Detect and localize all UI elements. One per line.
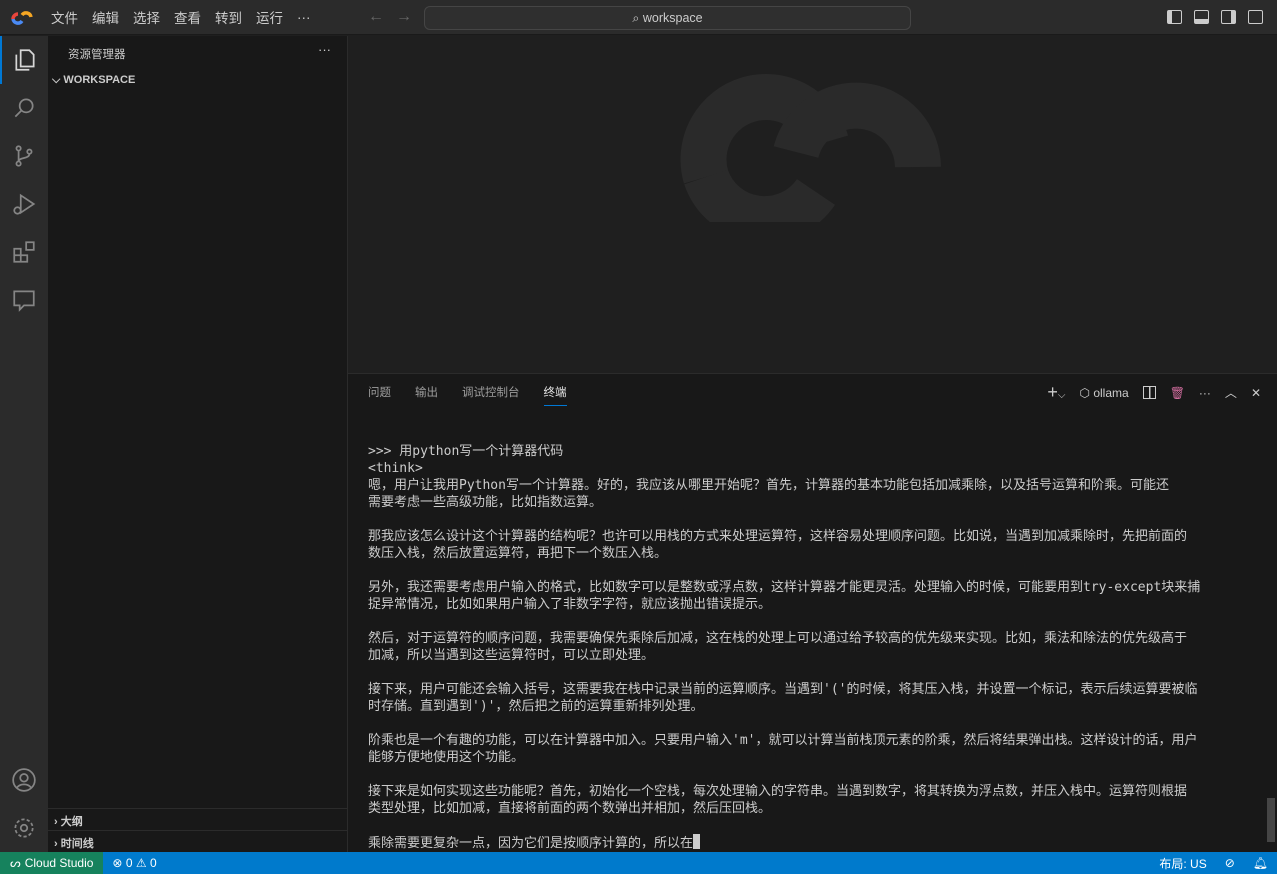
chevron-right-icon: ›: [54, 816, 61, 828]
terminal-line: 需要考虑一些高级功能，比如指数运算。: [368, 494, 1200, 511]
title-bar: 文件 编辑 选择 查看 转到 运行 ··· ←→ ⌕ workspace: [0, 0, 1277, 35]
terminal-line: 时存储。直到遇到')'，然后把之前的运算重新排列处理。: [368, 698, 1200, 715]
tab-debug-console[interactable]: 调试控制台: [462, 384, 520, 406]
menu-selection[interactable]: 选择: [126, 7, 167, 27]
terminal-line: 然后，对于运算符的顺序问题，我需要确保先乘除后加减，这在栈的处理上可以通过给予较…: [368, 630, 1200, 647]
explorer-sidebar: 资源管理器 ··· ⌵ WORKSPACE › 大纲 › 时间线: [48, 36, 348, 852]
terminal-line: 嗯，用户让我用Python写一个计算器。好的，我应该从哪里开始呢？首先，计算器的…: [368, 477, 1200, 494]
nav-arrows[interactable]: ←→: [368, 8, 424, 26]
chevron-right-icon: ›: [54, 838, 61, 850]
chevron-down-icon: ⌵: [52, 74, 63, 86]
timeline-section[interactable]: › 时间线: [48, 830, 347, 852]
cloud-studio-logo: [10, 7, 34, 27]
menu-more[interactable]: ···: [290, 10, 318, 25]
editor-area: [348, 36, 1277, 373]
terminal-line: [368, 511, 1200, 528]
outline-section[interactable]: › 大纲: [48, 808, 347, 830]
terminal-line: 数压入栈，然后放置运算符，再把下一个数压入栈。: [368, 545, 1200, 562]
terminal-cursor: [693, 834, 700, 849]
terminal-line: [368, 613, 1200, 630]
terminal-line: 加减，所以当遇到这些运算符时，可以立即处理。: [368, 647, 1200, 664]
search-icon[interactable]: [0, 84, 48, 132]
activity-bar: [0, 36, 48, 852]
tab-output[interactable]: 输出: [415, 384, 438, 406]
toggle-panel-icon[interactable]: [1194, 10, 1209, 24]
new-terminal-icon[interactable]: +⌵: [1047, 382, 1065, 403]
status-bar: ᔕCloud Studio ⊗ 0 ⚠ 0 布局: US ⊘ 🔔︎: [0, 852, 1277, 874]
menu-edit[interactable]: 编辑: [85, 7, 126, 27]
error-icon: ⊗: [112, 856, 125, 870]
terminal-output[interactable]: >>> 用python写一个计算器代码<think>嗯，用户让我用Python写…: [368, 443, 1200, 852]
terminal-line: 阶乘也是一个有趣的功能，可以在计算器中加入。只要用户输入'm'，就可以计算当前栈…: [368, 732, 1200, 749]
extensions-icon[interactable]: [0, 228, 48, 276]
account-icon[interactable]: [0, 756, 48, 804]
keyboard-layout[interactable]: 布局: US: [1150, 855, 1215, 872]
menu-go[interactable]: 转到: [208, 7, 249, 27]
notifications-bell-icon[interactable]: 🔔︎: [1244, 856, 1277, 870]
toggle-sidebar-icon[interactable]: [1167, 10, 1182, 24]
cube-icon: ⬡: [1080, 386, 1094, 400]
menu-file[interactable]: 文件: [44, 7, 85, 27]
source-control-icon[interactable]: [0, 132, 48, 180]
bottom-panel: 问题 输出 调试控制台 终端 +⌵ ⬡ ollama 🗑 ··· ︿ ✕ >>>…: [348, 373, 1277, 852]
customize-layout-icon[interactable]: [1248, 10, 1263, 24]
terminal-profile[interactable]: ⬡ ollama: [1080, 386, 1129, 400]
more-actions-icon[interactable]: ···: [1199, 386, 1211, 400]
split-terminal-icon[interactable]: [1143, 386, 1156, 399]
explorer-icon[interactable]: [0, 36, 48, 84]
terminal-line: [368, 715, 1200, 732]
watermark-logo: [666, 72, 958, 222]
run-debug-icon[interactable]: [0, 180, 48, 228]
close-panel-icon[interactable]: ✕: [1251, 386, 1261, 400]
menu-view[interactable]: 查看: [167, 7, 208, 27]
tab-terminal[interactable]: 终端: [544, 384, 567, 406]
more-actions-icon[interactable]: ···: [318, 42, 331, 57]
terminal-line: 接下来，用户可能还会输入括号，这需要我在栈中记录当前的运算顺序。当遇到'('的时…: [368, 681, 1200, 698]
settings-gear-icon[interactable]: [0, 804, 48, 852]
terminal-line: <think>: [368, 460, 1200, 477]
sidebar-title: 资源管理器: [68, 46, 126, 62]
terminal-line: >>> 用python写一个计算器代码: [368, 443, 1200, 460]
terminal-line: 那我应该怎么设计这个计算器的结构呢？也许可以用栈的方式来处理运算符，这样容易处理…: [368, 528, 1200, 545]
tab-problems[interactable]: 问题: [368, 384, 391, 406]
trash-icon[interactable]: 🗑: [1170, 386, 1185, 400]
terminal-line: 另外，我还需要考虑用户输入的格式，比如数字可以是整数或浮点数，这样计算器才能更灵…: [368, 579, 1200, 596]
terminal-line: 能够方便地使用这个功能。: [368, 749, 1200, 766]
terminal-scrollbar[interactable]: [1267, 798, 1275, 842]
warning-icon: ⚠: [136, 856, 150, 870]
remote-chat-icon[interactable]: [0, 276, 48, 324]
terminal-line: 乘除需要更复杂一点，因为它们是按顺序计算的，所以在: [368, 834, 1200, 852]
search-icon: ⌕: [632, 11, 642, 25]
toggle-secondary-sidebar-icon[interactable]: [1221, 10, 1236, 24]
terminal-line: 捉异常情况，比如如果用户输入了非数字字符，就应该抛出错误提示。: [368, 596, 1200, 613]
terminal-line: [368, 664, 1200, 681]
maximize-panel-icon[interactable]: ︿: [1225, 384, 1237, 401]
terminal-line: [368, 766, 1200, 783]
command-center-search[interactable]: ⌕ workspace: [424, 6, 911, 30]
problems-status[interactable]: ⊗ 0 ⚠ 0: [103, 856, 165, 870]
remote-indicator[interactable]: ᔕCloud Studio: [0, 852, 103, 874]
workspace-section[interactable]: ⌵ WORKSPACE: [52, 74, 135, 87]
menu-run[interactable]: 运行: [249, 7, 290, 27]
cloud-studio-icon: ᔕ: [10, 856, 21, 870]
remote-sync-icon[interactable]: ⊘: [1216, 856, 1244, 870]
terminal-line: 接下来是如何实现这些功能呢？首先，初始化一个空栈，每次处理输入的字符串。当遇到数…: [368, 783, 1200, 800]
terminal-line: [368, 562, 1200, 579]
terminal-line: [368, 817, 1200, 834]
terminal-line: 类型处理，比如加减，直接将前面的两个数弹出并相加，然后压回栈。: [368, 800, 1200, 817]
